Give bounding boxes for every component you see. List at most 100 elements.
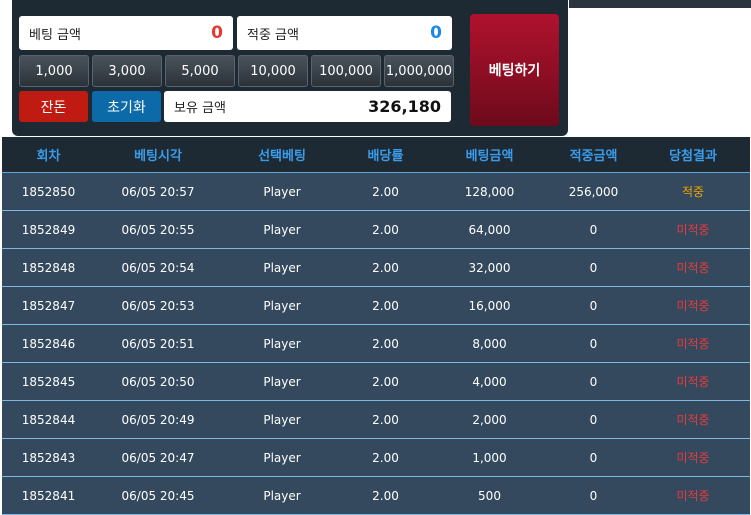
win-amount-field: 적중 금액 0 [237, 16, 452, 50]
cell-result: 미적중 [636, 248, 750, 287]
cell-bet: 4,000 [428, 362, 551, 401]
column-header-round: 회차 [2, 137, 95, 173]
win-amount-label: 적중 금액 [247, 27, 299, 43]
balance-value: 326,180 [368, 97, 441, 116]
chip-5000-button[interactable]: 5,000 [165, 55, 235, 87]
balance-field: 보유 금액 326,180 [164, 91, 451, 122]
bet-amount-value: 0 [211, 23, 223, 43]
win-amount-value: 0 [430, 23, 442, 43]
cell-choice: Player [221, 438, 343, 477]
cell-win: 0 [551, 210, 636, 249]
chip-1000000-button[interactable]: 1,000,000 [384, 55, 454, 87]
cell-time: 06/05 20:54 [95, 248, 221, 287]
cell-result: 미적중 [636, 324, 750, 363]
cell-bet: 64,000 [428, 210, 551, 249]
cell-time: 06/05 20:55 [95, 210, 221, 249]
cell-choice: Player [221, 324, 343, 363]
cell-result: 미적중 [636, 476, 750, 515]
cell-round: 1852841 [2, 476, 95, 515]
cell-choice: Player [221, 172, 343, 211]
column-header-result: 당첨결과 [636, 137, 750, 173]
cell-round: 1852848 [2, 248, 95, 287]
cell-win: 0 [551, 324, 636, 363]
cell-win: 256,000 [551, 172, 636, 211]
cell-result: 미적중 [636, 400, 750, 439]
remainder-button[interactable]: 잔돈 [19, 91, 88, 122]
cell-choice: Player [221, 210, 343, 249]
cell-odds: 2.00 [343, 362, 428, 401]
cell-round: 1852849 [2, 210, 95, 249]
cell-bet: 2,000 [428, 400, 551, 439]
table-row: 1852849 06/05 20:55 Player 2.00 64,000 0… [2, 210, 750, 249]
cell-bet: 128,000 [428, 172, 551, 211]
cell-odds: 2.00 [343, 248, 428, 287]
balance-label: 보유 금액 [174, 101, 226, 116]
table-row: 1852845 06/05 20:50 Player 2.00 4,000 0 … [2, 362, 750, 401]
cell-odds: 2.00 [343, 476, 428, 515]
table-row: 1852843 06/05 20:47 Player 2.00 1,000 0 … [2, 438, 750, 477]
cell-round: 1852843 [2, 438, 95, 477]
cell-bet: 16,000 [428, 286, 551, 325]
cell-choice: Player [221, 248, 343, 287]
cell-time: 06/05 20:45 [95, 476, 221, 515]
cell-result: 미적중 [636, 286, 750, 325]
cell-round: 1852846 [2, 324, 95, 363]
table-row: 1852841 06/05 20:45 Player 2.00 500 0 미적… [2, 476, 750, 515]
cell-round: 1852845 [2, 362, 95, 401]
cell-bet: 8,000 [428, 324, 551, 363]
cell-choice: Player [221, 476, 343, 515]
cell-round: 1852847 [2, 286, 95, 325]
cell-bet: 1,000 [428, 438, 551, 477]
column-header-bet-time: 베팅시각 [95, 137, 221, 173]
cell-time: 06/05 20:49 [95, 400, 221, 439]
cell-round: 1852844 [2, 400, 95, 439]
cell-win: 0 [551, 286, 636, 325]
cell-odds: 2.00 [343, 438, 428, 477]
column-header-bet-amount: 베팅금액 [428, 137, 551, 173]
column-header-win-amount: 적중금액 [551, 137, 636, 173]
cell-win: 0 [551, 476, 636, 515]
cell-result: 미적중 [636, 362, 750, 401]
top-bar [569, 0, 751, 8]
cell-odds: 2.00 [343, 172, 428, 211]
cell-bet: 500 [428, 476, 551, 515]
chip-1000-button[interactable]: 1,000 [19, 55, 89, 87]
cell-time: 06/05 20:51 [95, 324, 221, 363]
cell-odds: 2.00 [343, 286, 428, 325]
cell-time: 06/05 20:50 [95, 362, 221, 401]
bet-panel: 베팅 금액 0 적중 금액 0 1,000 3,000 5,000 10,000… [12, 0, 568, 136]
cell-time: 06/05 20:47 [95, 438, 221, 477]
cell-win: 0 [551, 400, 636, 439]
cell-odds: 2.00 [343, 324, 428, 363]
cell-choice: Player [221, 400, 343, 439]
bet-history-table: 회차 베팅시각 선택베팅 배당률 베팅금액 적중금액 당첨결과 1852850 … [2, 137, 750, 515]
cell-choice: Player [221, 362, 343, 401]
cell-round: 1852850 [2, 172, 95, 211]
cell-result: 미적중 [636, 210, 750, 249]
chip-10000-button[interactable]: 10,000 [238, 55, 308, 87]
table-header-row: 회차 베팅시각 선택베팅 배당률 베팅금액 적중금액 당첨결과 [2, 137, 750, 173]
cell-bet: 32,000 [428, 248, 551, 287]
cell-time: 06/05 20:57 [95, 172, 221, 211]
reset-button[interactable]: 초기화 [92, 91, 161, 122]
table-row: 1852848 06/05 20:54 Player 2.00 32,000 0… [2, 248, 750, 287]
chip-3000-button[interactable]: 3,000 [92, 55, 162, 87]
place-bet-button[interactable]: 베팅하기 [470, 14, 559, 126]
cell-win: 0 [551, 438, 636, 477]
bet-amount-label: 베팅 금액 [29, 27, 81, 43]
cell-odds: 2.00 [343, 210, 428, 249]
cell-win: 0 [551, 248, 636, 287]
table-row: 1852846 06/05 20:51 Player 2.00 8,000 0 … [2, 324, 750, 363]
cell-result: 미적중 [636, 438, 750, 477]
cell-result: 적중 [636, 172, 750, 211]
bet-amount-field: 베팅 금액 0 [19, 16, 233, 50]
cell-choice: Player [221, 286, 343, 325]
table-row: 1852850 06/05 20:57 Player 2.00 128,000 … [2, 172, 750, 211]
table-row: 1852844 06/05 20:49 Player 2.00 2,000 0 … [2, 400, 750, 439]
chip-100000-button[interactable]: 100,000 [311, 55, 381, 87]
table-row: 1852847 06/05 20:53 Player 2.00 16,000 0… [2, 286, 750, 325]
column-header-odds: 배당률 [343, 137, 428, 173]
cell-time: 06/05 20:53 [95, 286, 221, 325]
column-header-choice: 선택베팅 [221, 137, 343, 173]
cell-win: 0 [551, 362, 636, 401]
